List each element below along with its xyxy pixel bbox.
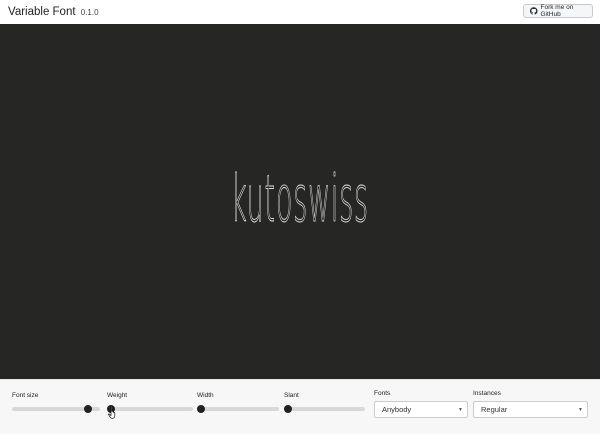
slant-slider-thumb[interactable] xyxy=(284,405,293,413)
fonts-select-value: Anybody xyxy=(382,405,412,414)
instances-select[interactable]: Regular ▼ xyxy=(473,401,588,418)
slant-label: Slant xyxy=(284,392,299,399)
app-title-text: Variable Font xyxy=(8,6,76,18)
github-icon xyxy=(530,7,538,15)
hand-pointer-cursor-icon xyxy=(108,405,116,419)
fonts-label: Fonts xyxy=(374,390,391,397)
width-label: Width xyxy=(197,392,214,399)
app-title: Variable Font 0.1.0 xyxy=(8,6,99,18)
fonts-chevron-down-icon: ▼ xyxy=(458,407,463,413)
instances-select-value: Regular xyxy=(481,405,508,414)
font-size-slider-thumb[interactable] xyxy=(83,405,92,413)
width-slider-thumb[interactable] xyxy=(197,405,206,413)
font-preview-area: kutoswiss xyxy=(0,24,600,379)
slant-slider[interactable] xyxy=(284,405,365,413)
instances-label: Instances xyxy=(473,390,501,397)
preview-text: kutoswiss xyxy=(231,163,369,238)
github-button-label: Fork me on GitHub xyxy=(540,4,574,18)
fork-on-github-button[interactable]: Fork me on GitHub xyxy=(523,4,593,18)
header-bar: Variable Font 0.1.0 Fork me on GitHub xyxy=(0,0,600,24)
font-size-label: Font size xyxy=(12,392,39,399)
app-version: 0.1.0 xyxy=(80,8,99,17)
weight-label: Weight xyxy=(107,392,128,399)
instances-chevron-down-icon: ▼ xyxy=(578,407,583,413)
width-slider[interactable] xyxy=(197,405,279,413)
fonts-select[interactable]: Anybody ▼ xyxy=(374,401,468,418)
font-size-slider[interactable] xyxy=(12,405,100,413)
weight-slider[interactable] xyxy=(107,405,193,413)
controls-panel: Font size Weight Width Slant Fonts Anybo… xyxy=(0,379,600,434)
